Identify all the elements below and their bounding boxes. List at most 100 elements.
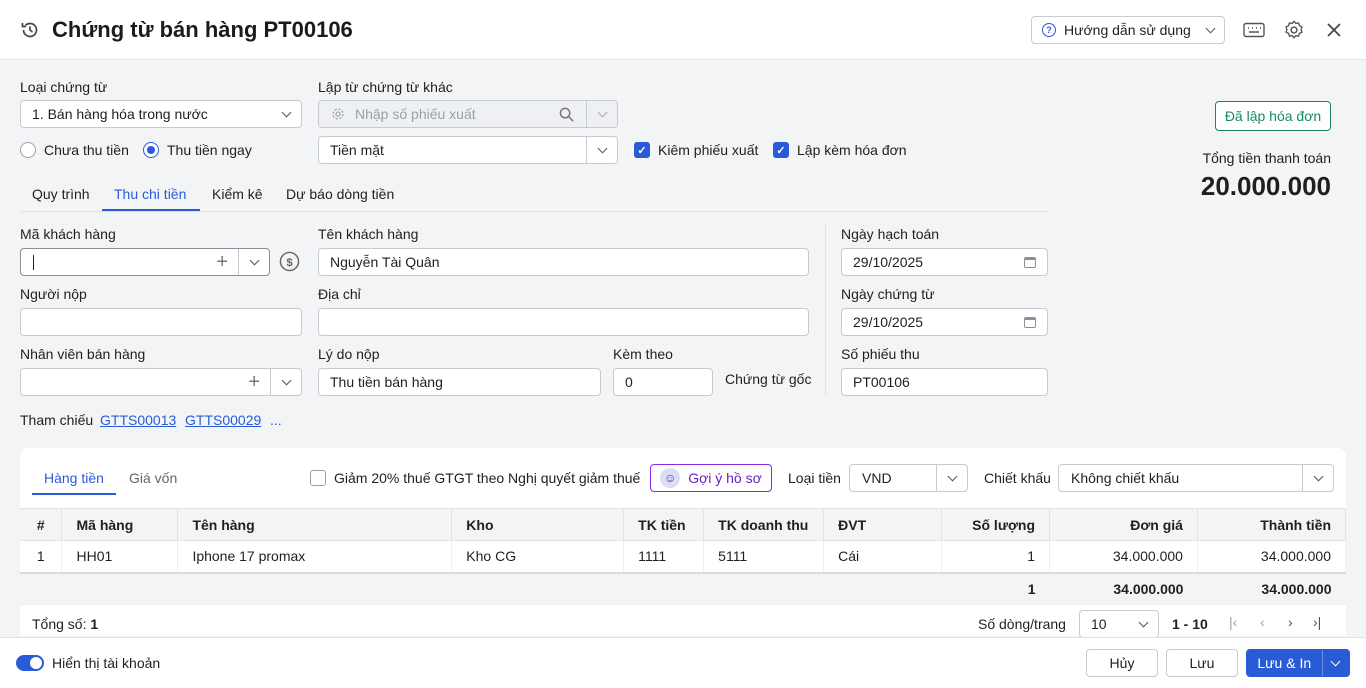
table-header-row: # Mã hàng Tên hàng Kho TK tiền TK doanh … xyxy=(20,508,1347,541)
invoice-checkbox[interactable]: ✓ xyxy=(773,142,789,158)
salesperson-label: Nhân viên bán hàng xyxy=(20,346,146,362)
history-icon[interactable] xyxy=(20,20,40,40)
chevron-down-icon xyxy=(1313,471,1323,481)
reference-link-2[interactable]: GTTS00029 xyxy=(185,412,261,428)
discount-select[interactable]: Không chiết khấu xyxy=(1058,464,1334,492)
first-page-icon[interactable]: |‹ xyxy=(1229,614,1237,630)
close-icon[interactable] xyxy=(1327,23,1341,37)
customer-name-label: Tên khách hàng xyxy=(318,226,419,242)
chevron-down-icon[interactable] xyxy=(1330,656,1341,666)
from-other-label: Lập từ chứng từ khác xyxy=(318,79,453,95)
cell-item-name[interactable]: Iphone 17 promax xyxy=(177,540,453,573)
suggest-profile-button[interactable]: ☺ Gợi ý hồ sơ xyxy=(650,464,772,492)
radio-unpaid[interactable] xyxy=(20,142,36,158)
add-icon[interactable]: + xyxy=(216,252,228,272)
tab-inventory[interactable]: Kiểm kê xyxy=(212,186,263,202)
voucher-type-select[interactable]: 1. Bán hàng hóa trong nước xyxy=(20,100,302,128)
last-page-icon[interactable]: ›| xyxy=(1313,614,1321,630)
receipt-no-input[interactable]: PT00106 xyxy=(841,368,1048,396)
tab-cashflow[interactable]: Dự báo dòng tiền xyxy=(286,186,394,202)
prev-page-icon[interactable]: ‹ xyxy=(1260,614,1265,630)
text-cursor xyxy=(33,254,34,270)
tab-goods-money[interactable]: Hàng tiền xyxy=(44,470,104,486)
receipt-no-label: Số phiếu thu xyxy=(841,346,920,362)
table-summary-row: 1 34.000.000 34.000.000 xyxy=(20,571,1346,605)
voucher-type-label: Loại chứng từ xyxy=(20,79,108,95)
header-bar: Chứng từ bán hàng PT00106 ? Hướng dẫn sử… xyxy=(0,0,1366,60)
reference-link-1[interactable]: GTTS00013 xyxy=(100,412,176,428)
next-page-icon[interactable]: › xyxy=(1288,614,1293,630)
chevron-down-icon[interactable] xyxy=(281,375,291,385)
cell-item-code[interactable]: HH01 xyxy=(61,540,179,573)
cancel-button[interactable]: Hủy xyxy=(1086,649,1158,677)
rows-per-page-value: 10 xyxy=(1091,616,1107,632)
cell-warehouse[interactable]: Kho CG xyxy=(451,540,625,573)
tab-process[interactable]: Quy trình xyxy=(32,186,90,202)
keyboard-icon[interactable] xyxy=(1243,22,1265,38)
from-other-input: Nhập số phiếu xuất xyxy=(318,100,618,128)
col-amount: Thành tiền xyxy=(1197,508,1347,541)
cell-unit-price[interactable]: 34.000.000 xyxy=(1049,540,1198,573)
customer-name-input[interactable]: Nguyễn Tài Quân xyxy=(318,248,809,276)
table-row[interactable]: 1 HH01 Iphone 17 promax Kho CG 1111 5111… xyxy=(20,540,1347,573)
col-item-name: Tên hàng xyxy=(177,508,453,541)
attach-label: Kèm theo xyxy=(613,346,673,362)
save-print-button[interactable]: Lưu & In xyxy=(1246,649,1350,677)
help-icon: ? xyxy=(1042,23,1056,37)
currency-dollar-icon[interactable]: $ xyxy=(279,251,300,272)
currency-select[interactable]: VND xyxy=(849,464,968,492)
chevron-down-icon xyxy=(947,471,957,481)
col-item-code: Mã hàng xyxy=(61,508,179,541)
radio-paid[interactable] xyxy=(143,142,159,158)
total-label: Tổng tiền thanh toán xyxy=(1202,150,1331,166)
attach-input[interactable]: 0 xyxy=(613,368,713,396)
posting-date-input[interactable]: 29/10/2025 xyxy=(841,248,1048,276)
cell-amount[interactable]: 34.000.000 xyxy=(1197,540,1347,573)
search-icon xyxy=(559,107,574,122)
add-icon[interactable]: + xyxy=(248,372,260,392)
vat-reduction-checkbox[interactable] xyxy=(310,470,326,486)
currency-value: VND xyxy=(862,470,892,486)
posting-date-label: Ngày hạch toán xyxy=(841,226,940,242)
calendar-icon[interactable] xyxy=(1024,316,1036,328)
voucher-date-label: Ngày chứng từ xyxy=(841,286,935,302)
tab-cash[interactable]: Thu chi tiền xyxy=(114,186,186,202)
sum-unit-price: 34.000.000 xyxy=(1049,571,1198,605)
salesperson-input[interactable]: + xyxy=(20,368,302,396)
payer-input[interactable] xyxy=(20,308,302,336)
rows-per-page-select[interactable]: 10 xyxy=(1079,610,1159,638)
customer-code-input[interactable]: + xyxy=(20,248,270,276)
reason-label: Lý do nộp xyxy=(318,346,380,362)
cell-quantity[interactable]: 1 xyxy=(941,540,1051,573)
col-unit: ĐVT xyxy=(823,508,943,541)
help-dropdown[interactable]: ? Hướng dẫn sử dụng xyxy=(1031,16,1225,44)
radio-paid-label: Thu tiền ngay xyxy=(167,142,252,158)
settings-gear-icon[interactable] xyxy=(1283,19,1305,41)
voucher-date-input[interactable]: 29/10/2025 xyxy=(841,308,1048,336)
currency-label: Loại tiền xyxy=(788,470,841,486)
page-range: 1 - 10 xyxy=(1172,616,1208,632)
calendar-icon[interactable] xyxy=(1024,256,1036,268)
chevron-down-icon[interactable] xyxy=(249,255,259,265)
record-count: Tổng số: 1 xyxy=(32,616,98,632)
payment-method-select[interactable]: Tiền mặt xyxy=(318,136,618,164)
reason-input[interactable]: Thu tiền bán hàng xyxy=(318,368,601,396)
cell-revenue-account[interactable]: 5111 xyxy=(703,540,825,573)
col-cash-account: TK tiền xyxy=(623,508,705,541)
vat-reduction-label: Giảm 20% thuế GTGT theo Nghị quyết giảm … xyxy=(334,470,641,486)
cell-cash-account[interactable]: 1111 xyxy=(623,540,705,573)
show-account-toggle[interactable] xyxy=(16,655,44,671)
invoiced-button[interactable]: Đã lập hóa đơn xyxy=(1215,101,1331,131)
address-input[interactable] xyxy=(318,308,809,336)
save-button[interactable]: Lưu xyxy=(1166,649,1238,677)
items-table: # Mã hàng Tên hàng Kho TK tiền TK doanh … xyxy=(20,508,1347,605)
address-label: Địa chỉ xyxy=(318,286,361,302)
voucher-date-value: 29/10/2025 xyxy=(853,314,924,330)
assistant-avatar-icon: ☺ xyxy=(660,468,681,488)
voucher-type-value: 1. Bán hàng hóa trong nước xyxy=(32,106,208,122)
reference-more[interactable]: ... xyxy=(270,412,282,428)
tab-cost-price[interactable]: Giá vốn xyxy=(129,470,177,486)
cell-unit[interactable]: Cái xyxy=(823,540,943,573)
chevron-down-icon xyxy=(1205,23,1216,33)
export-checkbox[interactable]: ✓ xyxy=(634,142,650,158)
